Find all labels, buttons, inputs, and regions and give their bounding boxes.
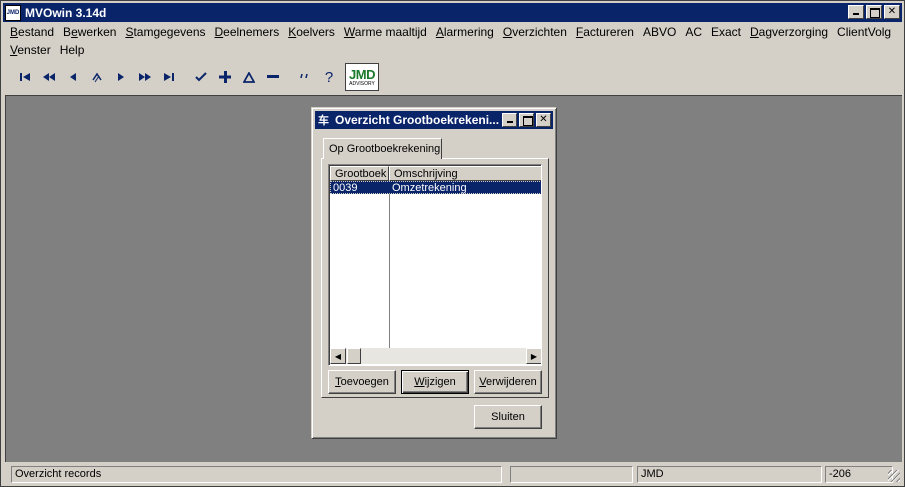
resize-grip-icon[interactable] — [888, 470, 900, 482]
menu-item[interactable]: Stamgegevens — [122, 23, 211, 41]
status-user: JMD — [637, 466, 822, 483]
dialog-maximize-button[interactable] — [519, 113, 534, 127]
column-header-grootboek[interactable]: Grootboek — [330, 166, 389, 181]
table-row[interactable]: 0039 Omzetrekening — [330, 181, 541, 194]
menu-item[interactable]: AC — [682, 23, 708, 41]
add-icon[interactable] — [213, 65, 237, 89]
column-header-omschrijving[interactable]: Omschrijving — [389, 166, 541, 181]
dialog-minimize-button[interactable] — [502, 113, 517, 127]
menu-item[interactable]: Warme maaltijd — [341, 23, 433, 41]
tab-op-grootboekrekening[interactable]: Op Grootboekrekening — [323, 138, 442, 159]
jmd-logo-subtext: ADVISORY — [349, 80, 375, 87]
minimize-button[interactable] — [848, 5, 864, 19]
previous-record-icon[interactable] — [61, 65, 85, 89]
app-title: MVOwin 3.14d — [25, 5, 107, 20]
previous-page-icon[interactable] — [37, 65, 61, 89]
wijzigen-button[interactable]: Wijzigen — [401, 370, 469, 394]
menu-item[interactable]: ClientVolg — [834, 23, 897, 41]
delete-icon[interactable] — [261, 65, 285, 89]
menu-bar: Bestand Bewerken Stamgegevens Deelnemers Koe… — [3, 23, 902, 61]
list-header: Grootboek Omschrijving — [330, 166, 541, 181]
scroll-thumb[interactable] — [347, 348, 361, 364]
edit-triangle-icon[interactable] — [237, 65, 261, 89]
dialog-close-button[interactable]: ✕ — [536, 113, 551, 127]
grootboek-list[interactable]: Grootboek Omschrijving 0039 Omzetrekenin… — [328, 164, 542, 366]
menu-item[interactable]: Venster — [7, 41, 57, 59]
main-window: JMD MVOwin 3.14d ✕ Bestand Bewerken Stamge… — [0, 0, 905, 487]
window-controls: ✕ — [846, 5, 900, 19]
menu-item[interactable]: Bestand — [7, 23, 60, 41]
cell-description: Omzetrekening — [392, 182, 467, 194]
menu-item[interactable]: ABVO — [640, 23, 682, 41]
scroll-right-icon[interactable]: ▶ — [526, 348, 541, 364]
menu-item[interactable]: Exact — [708, 23, 747, 41]
cell-code: 0039 — [333, 182, 358, 194]
menu-item[interactable]: Dagverzorging — [747, 23, 834, 41]
next-page-icon[interactable] — [133, 65, 157, 89]
scroll-left-icon[interactable]: ◀ — [330, 348, 346, 364]
status-panel-empty — [510, 466, 633, 483]
horizontal-scrollbar[interactable]: ◀ ▶ — [330, 348, 541, 364]
first-record-icon[interactable] — [13, 65, 37, 89]
dialog-title-bar: ⻋ Overzicht Grootboekrekeni... ✕ — [315, 111, 553, 129]
menu-item[interactable]: Overzichten — [500, 23, 573, 41]
menu-item[interactable]: Alarmering — [433, 23, 500, 41]
status-bar: Overzicht records JMD -206 — [5, 464, 902, 484]
status-number: -206 — [825, 466, 893, 483]
jmd-logo[interactable]: JMD ADVISORY — [345, 63, 379, 91]
menu-item[interactable]: Help — [57, 41, 91, 59]
maximize-button[interactable] — [866, 5, 882, 19]
menu-item[interactable]: Deelnemers — [212, 23, 286, 41]
menu-item[interactable]: Factureren — [573, 23, 640, 41]
status-text: Overzicht records — [11, 466, 502, 483]
app-logo-icon: JMD — [5, 4, 21, 21]
sluiten-button[interactable]: Sluiten — [474, 405, 542, 429]
dialog-title: Overzicht Grootboekrekeni... — [335, 113, 500, 127]
menu-item[interactable]: Bewerken — [60, 23, 122, 41]
menu-item[interactable]: Koelvers — [285, 23, 341, 41]
quote-icon[interactable] — [293, 65, 317, 89]
jmd-logo-text: JMD — [349, 66, 375, 82]
help-icon[interactable]: ? — [317, 65, 341, 89]
toolbar: ? JMD ADVISORY — [3, 61, 902, 93]
refresh-icon[interactable] — [85, 65, 109, 89]
checkmark-icon[interactable] — [189, 65, 213, 89]
grootboek-dialog: ⻋ Overzicht Grootboekrekeni... ✕ Op Groo… — [311, 107, 557, 439]
toevoegen-button[interactable]: Toevoegen — [328, 370, 396, 394]
next-record-icon[interactable] — [109, 65, 133, 89]
last-record-icon[interactable] — [157, 65, 181, 89]
title-bar: JMD MVOwin 3.14d ✕ — [3, 3, 902, 22]
dialog-run-icon: ⻋ — [318, 115, 329, 127]
close-button[interactable]: ✕ — [884, 5, 900, 19]
verwijderen-button[interactable]: Verwijderen — [474, 370, 542, 394]
